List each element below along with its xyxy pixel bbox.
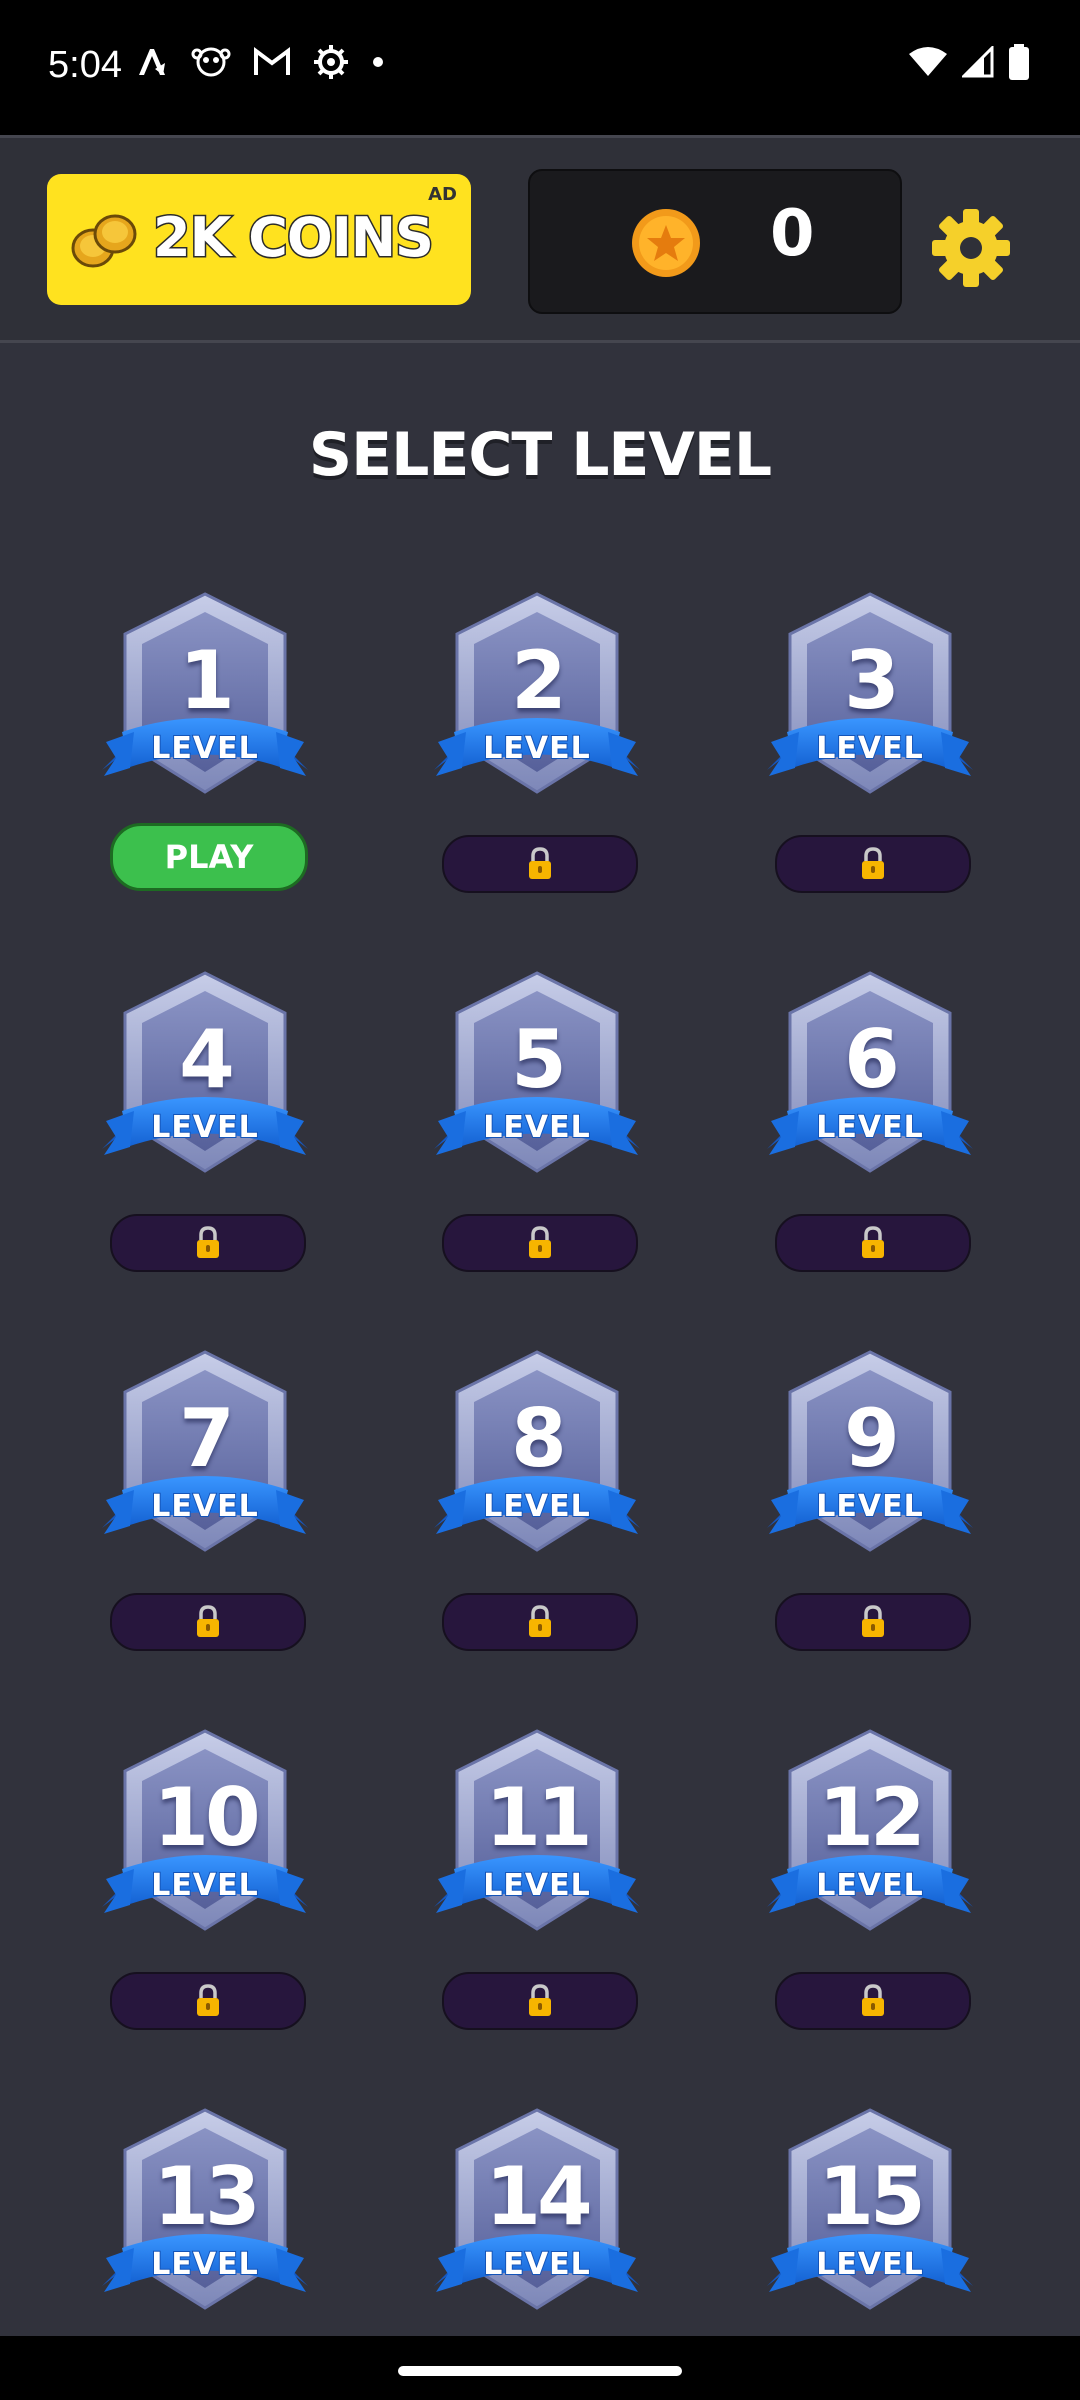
level-label: LEVEL: [150, 1109, 259, 1146]
ad-tag: AD: [428, 184, 457, 205]
level-cell-6[interactable]: 6 LEVEL: [745, 971, 985, 1272]
level-label: LEVEL: [815, 730, 924, 767]
level-number: 3: [844, 634, 900, 727]
level-number: 11: [485, 1771, 592, 1864]
level-cell-14[interactable]: 14 LEVEL: [412, 2108, 652, 2336]
level-cell-5[interactable]: 5 LEVEL: [412, 971, 652, 1272]
level-number: 12: [818, 1771, 925, 1864]
text-app-icon: [139, 49, 165, 75]
lock-icon: [529, 1605, 551, 1637]
locked-pill: [442, 1593, 638, 1651]
level-number: 14: [485, 2150, 592, 2243]
level-cell-15[interactable]: 15 LEVEL: [745, 2108, 985, 2336]
page-title: SELECT LEVEL: [308, 420, 772, 490]
level-number: 5: [511, 1013, 567, 1106]
level-label: LEVEL: [482, 1488, 591, 1525]
level-number: 7: [179, 1392, 235, 1485]
status-time: 5:04: [48, 44, 122, 86]
lock-icon: [862, 1984, 884, 2016]
star-coin-icon: [632, 209, 700, 277]
level-label: LEVEL: [815, 2246, 924, 2283]
level-number: 9: [844, 1392, 900, 1485]
level-number: 6: [844, 1013, 900, 1106]
locked-pill: [775, 1214, 971, 1272]
level-label: LEVEL: [482, 2246, 591, 2283]
battery-icon: [1009, 44, 1029, 80]
status-bar: 5:04: [0, 0, 1080, 135]
level-label: LEVEL: [150, 1867, 259, 1904]
home-indicator[interactable]: [398, 2366, 682, 2376]
signal-icon: [962, 46, 994, 78]
gmail-icon: [254, 47, 290, 75]
watch-ad-coins-button[interactable]: AD 2K COINS: [47, 174, 471, 305]
locked-pill: [110, 1593, 306, 1651]
lock-icon: [529, 1226, 551, 1258]
lock-icon: [862, 1605, 884, 1637]
level-label: LEVEL: [482, 730, 591, 767]
level-number: 2: [511, 634, 567, 727]
locked-pill: [442, 835, 638, 893]
locked-pill: [442, 1972, 638, 2030]
level-cell-12[interactable]: 12 LEVEL: [745, 1729, 985, 2030]
level-number: 1: [179, 634, 235, 727]
locked-pill: [775, 835, 971, 893]
lock-icon: [862, 847, 884, 879]
level-grid: 1 LEVEL PLAY 2 LEVEL 3 LEVEL 4 LEVEL 5 L…: [0, 592, 1080, 2336]
locked-pill: [442, 1214, 638, 1272]
level-number: 4: [179, 1013, 235, 1106]
level-label: LEVEL: [150, 730, 259, 767]
coin-balance: 0: [528, 169, 902, 314]
level-cell-9[interactable]: 9 LEVEL: [745, 1350, 985, 1651]
locked-pill: [775, 1593, 971, 1651]
locked-pill: [775, 1972, 971, 2030]
system-icons: [908, 44, 1030, 80]
ad-coins-label: 2K COINS: [152, 205, 436, 271]
play-button[interactable]: PLAY: [110, 823, 308, 891]
level-cell-3[interactable]: 3 LEVEL: [745, 592, 985, 893]
lock-icon: [197, 1226, 219, 1258]
creature-icon: [191, 47, 231, 77]
level-label: LEVEL: [150, 2246, 259, 2283]
wifi-icon: [909, 47, 947, 76]
level-cell-13[interactable]: 13 LEVEL: [80, 2108, 320, 2336]
dot-icon: [373, 57, 383, 67]
level-number: 13: [153, 2150, 260, 2243]
level-label: LEVEL: [482, 1109, 591, 1146]
level-cell-10[interactable]: 10 LEVEL: [80, 1729, 320, 2030]
lock-icon: [197, 1605, 219, 1637]
coin-stack-icon: [71, 214, 137, 268]
locked-pill: [110, 1972, 306, 2030]
lock-icon: [529, 847, 551, 879]
level-cell-2[interactable]: 2 LEVEL: [412, 592, 652, 893]
level-cell-7[interactable]: 7 LEVEL: [80, 1350, 320, 1651]
level-cell-1[interactable]: 1 LEVEL PLAY: [80, 592, 320, 892]
lock-icon: [197, 1984, 219, 2016]
level-label: LEVEL: [815, 1488, 924, 1525]
level-number: 10: [153, 1771, 260, 1864]
level-label: LEVEL: [150, 1488, 259, 1525]
lock-icon: [529, 1984, 551, 2016]
level-number: 8: [511, 1392, 567, 1485]
level-cell-8[interactable]: 8 LEVEL: [412, 1350, 652, 1651]
lock-icon: [862, 1226, 884, 1258]
level-label: LEVEL: [815, 1109, 924, 1146]
level-label: LEVEL: [815, 1867, 924, 1904]
settings-gear-icon: [314, 45, 348, 79]
coin-balance-value: 0: [770, 197, 815, 271]
level-number: 15: [818, 2150, 925, 2243]
level-label: LEVEL: [482, 1867, 591, 1904]
top-header: AD 2K COINS 0: [0, 135, 1080, 343]
gear-icon[interactable]: [930, 207, 1012, 289]
locked-pill: [110, 1214, 306, 1272]
level-cell-4[interactable]: 4 LEVEL: [80, 971, 320, 1272]
notification-icons: [135, 44, 385, 80]
level-cell-11[interactable]: 11 LEVEL: [412, 1729, 652, 2030]
